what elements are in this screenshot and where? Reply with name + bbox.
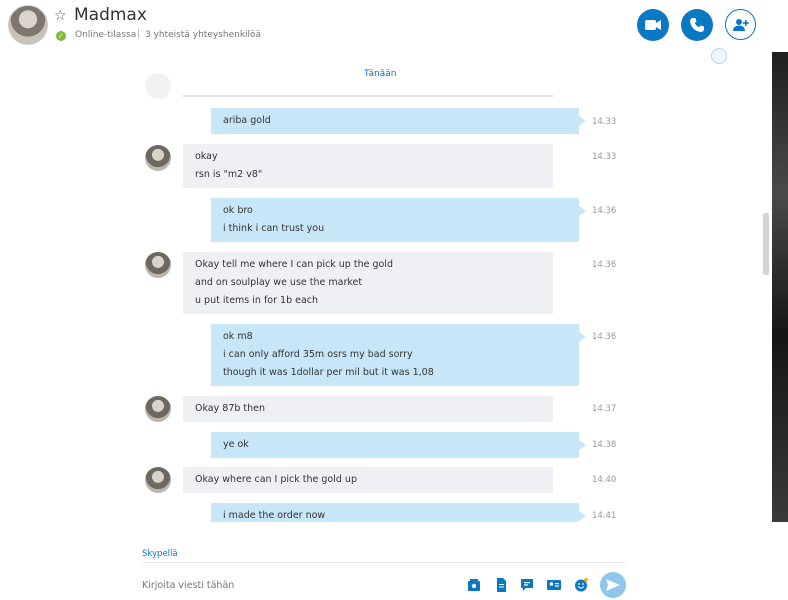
avatar[interactable] xyxy=(145,467,171,493)
outgoing-message[interactable]: ok bro i think i can trust you xyxy=(211,198,586,242)
message-text: Okay tell me where I can pick up the gol… xyxy=(195,259,393,270)
add-contact-button[interactable] xyxy=(725,9,756,40)
audio-call-button[interactable] xyxy=(681,9,713,41)
message-text: i can only afford 35m osrs my bad sorry xyxy=(223,349,413,360)
composer-divider xyxy=(142,562,626,563)
divider xyxy=(183,95,553,97)
message-time: 14.38 xyxy=(592,440,617,450)
message-text: i think i can trust you xyxy=(223,223,325,234)
outgoing-message[interactable]: ye ok xyxy=(211,432,586,458)
message-text: ok bro xyxy=(223,205,253,216)
video-call-icon xyxy=(645,20,661,30)
message-text: ye ok xyxy=(223,439,249,450)
incoming-message[interactable]: Okay where can I pick the gold up xyxy=(183,467,553,493)
message-time: 14.33 xyxy=(592,117,617,127)
date-separator: Tänään xyxy=(364,69,397,79)
avatar xyxy=(145,73,171,99)
message-time: 14.37 xyxy=(592,404,617,414)
shared-contacts-link[interactable]: 3 yhteistä yhteyshenkilöä xyxy=(145,30,261,40)
video-message-icon[interactable] xyxy=(520,578,534,592)
side-panel-preview xyxy=(772,52,788,522)
message-text: ok m8 xyxy=(223,331,253,342)
message-time: 14.36 xyxy=(592,332,617,342)
message-text: i made the order now xyxy=(223,510,326,521)
message-time: 14.36 xyxy=(592,260,617,270)
status-text: Online-tilassa xyxy=(75,30,137,40)
message-text: rsn is "m2 v8" xyxy=(195,169,263,180)
contact-name[interactable]: Madmax xyxy=(74,5,147,25)
outgoing-message[interactable]: ok m8 i can only afford 35m osrs my bad … xyxy=(211,324,586,386)
send-button[interactable] xyxy=(600,572,626,598)
avatar[interactable] xyxy=(145,252,171,278)
message-text: okay xyxy=(195,151,218,162)
message-text: Okay 87b then xyxy=(195,403,266,414)
message-text: and on soulplay we use the market xyxy=(195,277,363,288)
emoticon-icon[interactable] xyxy=(574,578,588,592)
video-call-button[interactable] xyxy=(637,9,669,41)
message-time: 14.36 xyxy=(592,206,617,216)
outgoing-message[interactable]: ariba gold xyxy=(211,108,586,134)
media-gallery-icon[interactable] xyxy=(467,578,481,592)
message-list: Tänään ariba gold 14.33 okay rsn is "m2 … xyxy=(0,60,772,522)
incoming-message[interactable]: Okay tell me where I can pick up the gol… xyxy=(183,252,553,314)
contact-card-icon[interactable] xyxy=(547,578,561,592)
message-time: 14.41 xyxy=(592,511,617,521)
add-contact-icon xyxy=(732,18,749,31)
status-separator: | xyxy=(137,29,141,39)
audio-call-icon xyxy=(690,18,704,32)
contact-avatar[interactable] xyxy=(8,5,48,45)
file-icon[interactable] xyxy=(494,578,508,592)
message-time: 14.40 xyxy=(592,475,617,485)
conversation-header: ☆ Madmax ✓ Online-tilassa | 3 yhteistä y… xyxy=(0,0,772,52)
outgoing-message[interactable]: i made the order now xyxy=(211,503,586,522)
avatar[interactable] xyxy=(145,145,171,171)
message-text: u put items in for 1b each xyxy=(195,295,319,306)
message-text: Okay where can I pick the gold up xyxy=(195,474,357,485)
message-text: though it was 1dollar per mil but it was… xyxy=(223,367,434,378)
message-input[interactable] xyxy=(142,576,442,594)
incoming-message[interactable]: okay rsn is "m2 v8" xyxy=(183,144,553,188)
check-circle-icon: ✓ xyxy=(56,31,66,41)
avatar[interactable] xyxy=(145,396,171,422)
star-outline-icon[interactable]: ☆ xyxy=(54,8,67,24)
send-icon xyxy=(606,579,620,591)
message-text: ariba gold xyxy=(223,115,271,126)
incoming-message[interactable]: Okay 87b then xyxy=(183,396,553,422)
message-time: 14.33 xyxy=(592,152,617,162)
message-mode-selector[interactable]: Skypellä xyxy=(142,549,178,559)
